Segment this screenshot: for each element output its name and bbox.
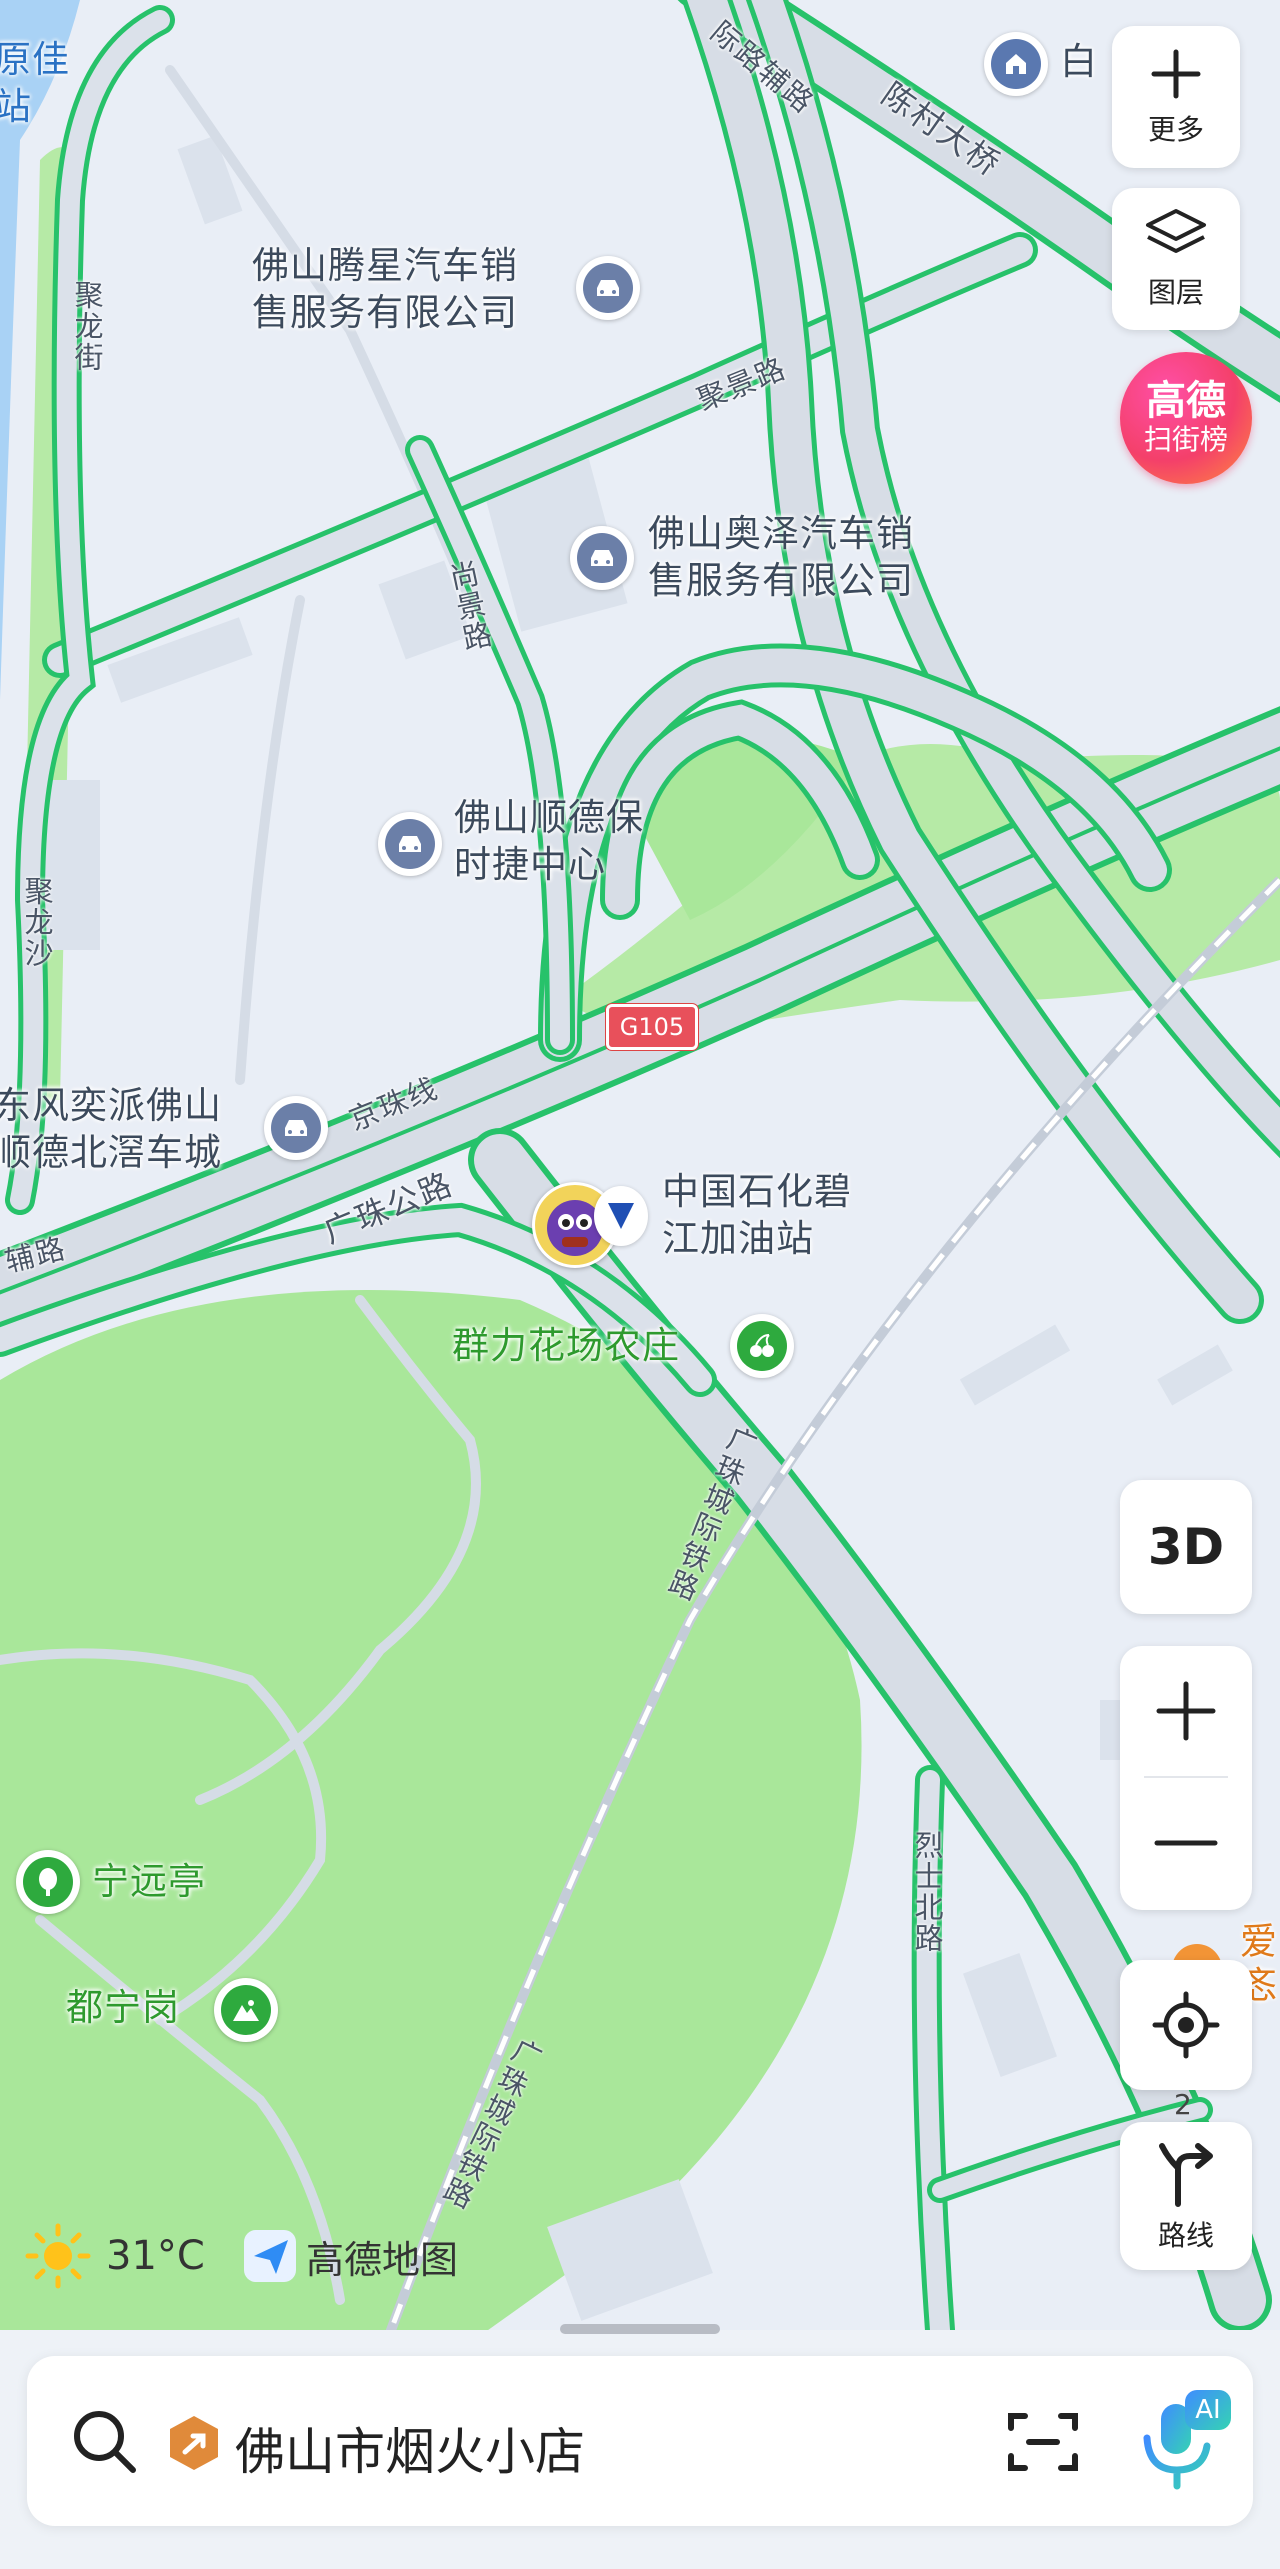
building-icon — [991, 39, 1041, 89]
place-label-tengxing[interactable]: 佛山腾星汽车销 售服务有限公司 — [252, 242, 518, 336]
poi-marker-qunli[interactable] — [730, 1314, 794, 1378]
zoom-out-button[interactable] — [1120, 1778, 1252, 1908]
3d-toggle-button[interactable]: 3D — [1120, 1480, 1252, 1614]
sinopec-icon — [608, 1203, 634, 1229]
route-label: 路线 — [1157, 2219, 1214, 2252]
zoom-in-button[interactable] — [1120, 1646, 1252, 1776]
road-label-julongsha: 聚龙沙 — [20, 876, 54, 969]
place-label-bai[interactable]: 白 — [1060, 38, 1098, 85]
poi-marker-dongfeng[interactable] — [264, 1096, 328, 1160]
road-label-lieshi: 烈士北路 — [910, 1830, 944, 1954]
sun-icon — [25, 2223, 91, 2289]
more-label: 更多 — [1147, 113, 1204, 146]
zoom-control — [1120, 1646, 1252, 1910]
car-icon — [583, 263, 633, 313]
hexagon-place-icon — [170, 2416, 218, 2470]
poi-marker-bai[interactable] — [984, 32, 1048, 96]
ai-badge: AI — [1185, 2390, 1231, 2430]
layers-button[interactable]: 图层 — [1112, 188, 1240, 330]
road-label-julong-street: 聚龙街 — [70, 280, 104, 373]
search-input[interactable]: 佛山市烟火小店 — [235, 2412, 585, 2484]
zoom-in-icon — [1156, 1681, 1216, 1741]
zoom-out-icon — [1154, 1840, 1218, 1846]
amap-logo-icon — [244, 2230, 296, 2282]
plus-icon — [1151, 49, 1201, 99]
place-label-yuanjia[interactable]: 原佳 站 — [0, 36, 70, 130]
place-label-qunli[interactable]: 群力花场农庄 — [452, 1322, 680, 1369]
car-icon — [385, 819, 435, 869]
search-icon — [74, 2411, 136, 2473]
place-label-porsche[interactable]: 佛山顺德保 时捷中心 — [454, 794, 644, 888]
place-label-sinopec[interactable]: 中国石化碧 江加油站 — [662, 1168, 852, 1262]
place-label-ningyuan[interactable]: 宁远亭 — [92, 1858, 206, 1905]
temperature: 31°C — [106, 2233, 205, 2279]
route-turn-icon — [1159, 2143, 1213, 2207]
ranking-title: 高德 — [1146, 378, 1226, 424]
route-button[interactable]: 路线 — [1120, 2122, 1252, 2270]
3d-label: 3D — [1147, 1518, 1225, 1576]
poi-marker-tengxing[interactable] — [576, 256, 640, 320]
poi-marker-duning[interactable] — [214, 1978, 278, 2042]
route-count: 2 — [1174, 2088, 1192, 2121]
locate-button[interactable] — [1120, 1960, 1252, 2090]
search-bar[interactable]: 佛山市烟火小店 AI — [27, 2356, 1253, 2526]
poi-marker-aoze[interactable] — [570, 526, 634, 590]
place-label-dongfeng[interactable]: 东风奕派佛山 顺德北滘车城 — [0, 1082, 222, 1176]
street-ranking-badge[interactable]: 高德 扫街榜 — [1120, 352, 1252, 484]
drag-handle[interactable] — [560, 2324, 720, 2334]
amap-brand: 高德地图 — [242, 2228, 458, 2284]
poi-marker-porsche[interactable] — [378, 812, 442, 876]
car-icon — [271, 1103, 321, 1153]
voice-ai-button[interactable]: AI — [1137, 2390, 1233, 2490]
layers-label: 图层 — [1147, 276, 1204, 309]
place-label-duning[interactable]: 都宁岗 — [66, 1984, 180, 2031]
more-button[interactable]: 更多 — [1112, 26, 1240, 168]
g105-shield: G105 — [606, 1004, 698, 1050]
poi-marker-ningyuan[interactable] — [16, 1850, 80, 1914]
layers-icon — [1146, 209, 1206, 253]
cherry-icon — [737, 1321, 787, 1371]
ranking-sub: 扫街榜 — [1143, 423, 1228, 456]
mountain-icon — [221, 1985, 271, 2035]
weather-widget[interactable]: 31°C — [24, 2222, 205, 2290]
place-label-aoze[interactable]: 佛山奥泽汽车销 售服务有限公司 — [648, 510, 914, 604]
brand-name: 高德地图 — [306, 2237, 459, 2282]
tree-icon — [23, 1857, 73, 1907]
scan-icon[interactable] — [1007, 2410, 1079, 2474]
car-icon — [577, 533, 627, 583]
map-canvas[interactable] — [0, 0, 1280, 2569]
gas-station-marker[interactable] — [594, 1186, 648, 1246]
crosshair-icon — [1152, 1991, 1220, 2059]
